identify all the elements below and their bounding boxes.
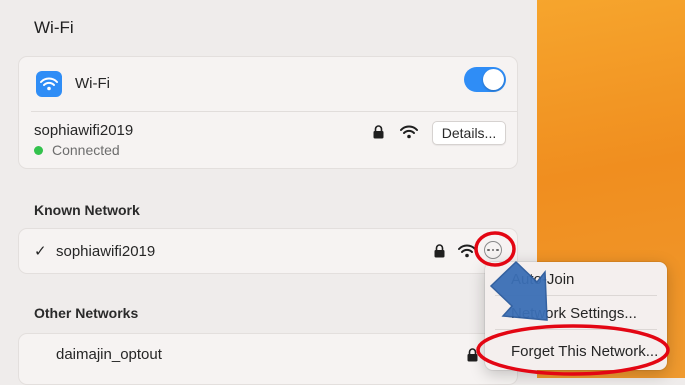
page-title: Wi-Fi <box>34 18 74 37</box>
lock-icon <box>432 243 446 259</box>
menu-item-auto-join[interactable]: Auto-Join <box>511 271 574 288</box>
menu-separator <box>495 329 657 330</box>
connection-status: Connected <box>34 142 120 158</box>
menu-item-forget-network[interactable]: Forget This Network... <box>511 343 658 360</box>
wifi-signal-icon <box>399 124 419 140</box>
known-network-name: sophiawifi2019 <box>56 243 156 260</box>
toggle-knob <box>483 69 504 90</box>
wifi-icon <box>36 71 62 97</box>
wifi-toggle[interactable] <box>464 67 506 92</box>
known-network-row[interactable]: ✓ sophiawifi2019 <box>18 228 518 274</box>
known-network-heading: Known Network <box>34 202 140 218</box>
wifi-signal-icon <box>457 243 477 259</box>
other-networks-heading: Other Networks <box>34 305 139 321</box>
wifi-label: Wi-Fi <box>75 75 110 92</box>
lock-icon <box>465 347 479 363</box>
lock-icon <box>371 124 385 140</box>
checkmark-icon: ✓ <box>34 243 47 260</box>
wifi-settings-pane: Wi-Fi Wi-Fi sophiawifi2019 Connected Det… <box>0 0 537 385</box>
connection-status-label: Connected <box>52 142 120 158</box>
other-network-name: daimajin_optout <box>56 346 162 363</box>
wifi-card: Wi-Fi sophiawifi2019 Connected Details..… <box>18 56 518 169</box>
details-button[interactable]: Details... <box>432 121 506 145</box>
ellipsis-circle-icon[interactable] <box>484 241 502 259</box>
divider <box>31 111 517 112</box>
current-network-name: sophiawifi2019 <box>34 122 134 139</box>
connected-dot-icon <box>34 145 43 155</box>
menu-item-network-settings[interactable]: Network Settings... <box>511 305 637 322</box>
other-network-row[interactable]: daimajin_optout <box>18 333 518 385</box>
network-context-menu: Auto-Join Network Settings... Forget Thi… <box>485 262 667 370</box>
menu-separator <box>495 295 657 296</box>
